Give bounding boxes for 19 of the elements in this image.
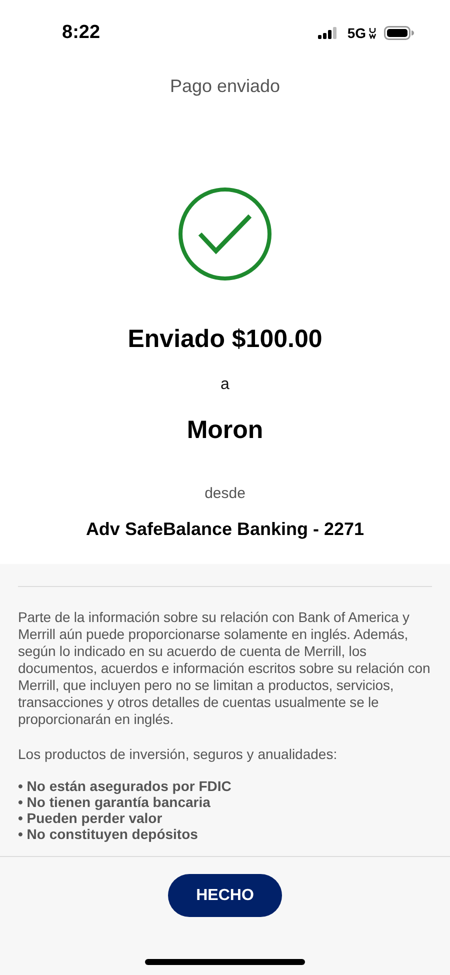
amount-text: Enviado $100.00 xyxy=(128,325,322,354)
from-label: desde xyxy=(204,485,246,502)
disclosure-bullet: • No están asegurados por FDIC xyxy=(18,778,232,794)
disclosure-bullet: • Pueden perder valor xyxy=(18,810,164,826)
disclosure-bullet: • No tienen garantía bancaria xyxy=(18,794,212,810)
recipient-name: Moron xyxy=(186,416,264,445)
status-time: 8:22 xyxy=(62,22,100,44)
signal-icon xyxy=(318,27,338,39)
to-label: a xyxy=(220,376,230,394)
disclosure-paragraph: Parte de la información sobre su relación con Bank of America y Merrill aún puede proporcionarse solamente en inglés. Además, según lo indicado en su acuerdo de cuenta de Merrill, los documentos, acuerdos e información escritos sobre su relación con Merrill, que incluyen pero no se limitan a productos, servicios, transacciones y otros detalles de cuentas usualmente se le proporcionarán en inglés. xyxy=(18,609,432,728)
page-title: Pago enviado xyxy=(168,76,282,97)
done-button[interactable]: HECHO xyxy=(168,874,282,917)
network-label: 5G xyxy=(347,25,366,41)
account-name: Adv SafeBalance Banking - 2271 xyxy=(86,519,364,540)
disclosure-bullet: • No constituyen depósitos xyxy=(18,826,199,842)
disclosure-intro: Los productos de inversión, seguros y anualidades: xyxy=(18,746,338,762)
checkmark-circle-icon xyxy=(178,187,272,281)
battery-icon xyxy=(384,26,414,40)
uw-icon xyxy=(369,27,376,39)
